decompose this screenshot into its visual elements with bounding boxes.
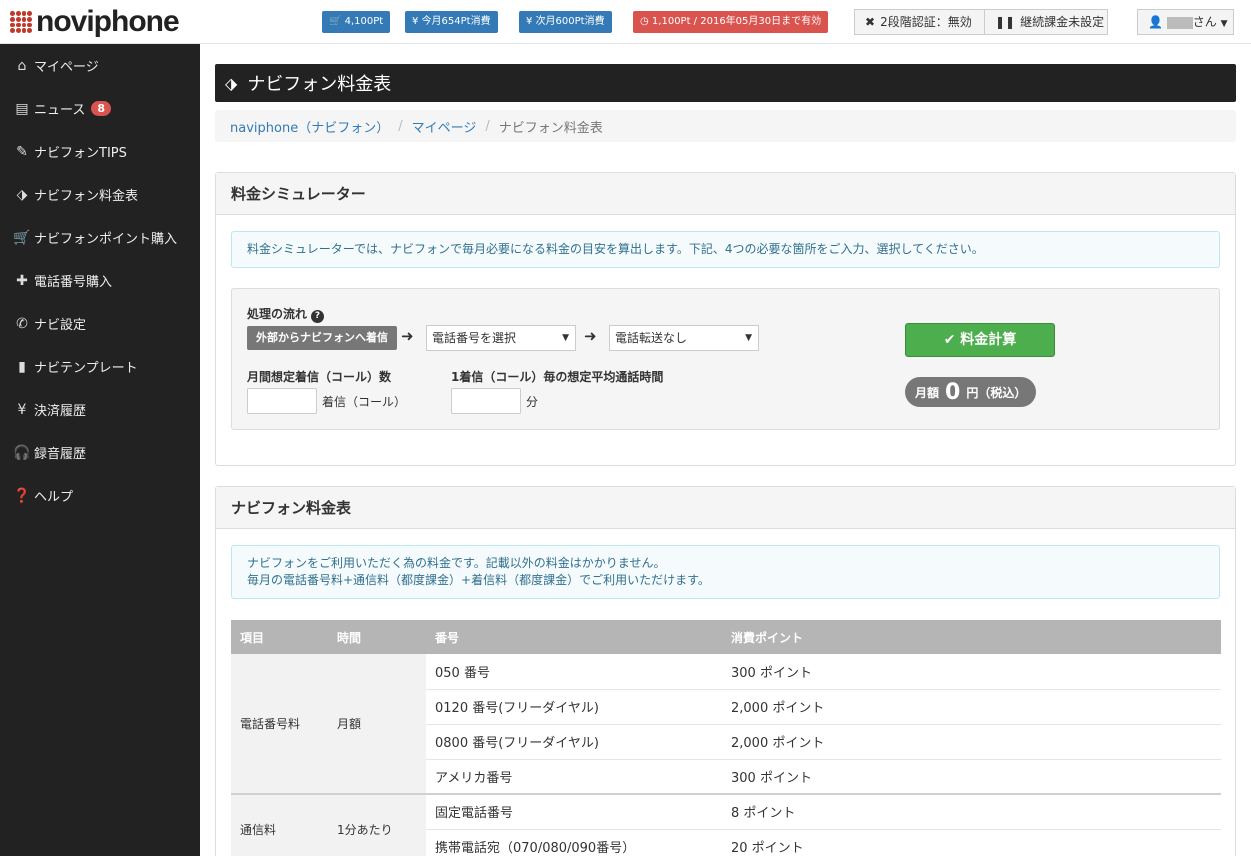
phone-number-select[interactable]: 電話番号を選択 ▼ [426,325,576,351]
group-time: 1分あたり [328,794,426,856]
sidebar-item-news[interactable]: ▤ ニュース 8 [0,87,200,130]
step-incoming-label: 外部からナビフォンへ着信 [247,326,397,350]
pencil-icon: ✎ [16,143,28,160]
yen-icon: ¥ [17,401,27,418]
phone-icon: ✆ [16,315,28,332]
forward-select[interactable]: 電話転送なし ▼ [609,325,759,351]
close-icon: ✖ [865,15,876,29]
table-row: 通信料 1分あたり 固定電話番号 8 ポイント [231,794,1221,856]
pricing-table: 項目 時間 番号 消費ポイント 電話番号料 月額 050 番号 300 ポイント… [231,620,1221,856]
check-icon: ✔ [943,332,956,348]
col-number: 番号 [426,620,722,654]
breadcrumb-current: ナビフォン料金表 [498,120,603,136]
sidebar-item-help[interactable]: ❓ ヘルプ [0,474,200,517]
total-value: 0 [945,379,961,405]
calls-input[interactable] [247,388,317,414]
two-factor-button[interactable]: ✖ 2段階認証：無効 [854,9,985,35]
duration-input[interactable] [451,388,521,414]
clock-icon: ◷ [640,16,649,27]
question-icon[interactable]: ? [311,310,325,323]
cart-icon: 🛒 [13,229,31,246]
question-icon: ❓ [13,487,31,504]
sidebar: ⌂ マイページ ▤ ニュース 8 ✎ ナビフォンTIPS ⬗ ナビフォン料金表 🛒 ナビフォ… [0,44,200,856]
next-month-badge[interactable]: ¥ 次月600Pt消費 [519,11,612,33]
simulator-panel: 料金シミュレーター 料金シミュレーターでは、ナビフォンで毎月必要になる料金の目安… [215,172,1236,466]
logo[interactable]: noviphone [10,5,180,38]
sidebar-item-navi-settings[interactable]: ✆ ナビ設定 [0,302,200,345]
breadcrumb-home[interactable]: naviphone（ナビフォン） [230,117,389,136]
pricing-title: ナビフォン料金表 [216,487,1235,529]
sidebar-item-buy-number[interactable]: ✚ 電話番号購入 [0,259,200,302]
sidebar-item-templates[interactable]: ▮ ナビテンプレート [0,345,200,388]
page-title: ⬗ ナビフォン料金表 [215,64,1236,102]
table-header-row: 項目 時間 番号 消費ポイント [231,620,1221,654]
sidebar-item-tips[interactable]: ✎ ナビフォンTIPS [0,130,200,173]
simulator-info: 料金シミュレーターでは、ナビフォンで毎月必要になる料金の目安を算出します。下記、… [231,231,1220,268]
points-badge[interactable]: 🛒 4,100Pt [322,11,391,33]
list-icon: ▤ [15,100,29,117]
calls-unit: 着信（コール） [322,395,407,409]
tag-icon: ⬗ [16,186,28,203]
billing-button[interactable]: ❚❚ 継続課金未設定 [984,9,1108,35]
sidebar-item-mypage[interactable]: ⌂ マイページ [0,44,200,87]
pause-icon: ❚❚ [995,15,1016,29]
monthly-total: 月額 0 円（税込） [905,377,1037,407]
headphones-icon: 🎧 [13,444,31,461]
duration-label: 1着信（コール）毎の想定平均通話時間 [451,370,664,384]
col-points: 消費ポイント [722,620,1221,654]
yen-icon: ¥ [412,16,419,27]
yen-icon: ¥ [526,16,533,27]
pricing-panel: ナビフォン料金表 ナビフォンをご利用いただく為の料金です。記載以外の料金はかかり… [215,486,1236,856]
logo-mark-icon [10,11,32,33]
sidebar-item-buy-points[interactable]: 🛒 ナビフォンポイント購入 [0,216,200,259]
cart-icon: 🛒 [329,16,342,27]
file-icon: ▮ [18,358,26,375]
sidebar-item-payment-history[interactable]: ¥ 決済履歴 [0,388,200,431]
news-count-badge: 8 [91,101,112,116]
caret-down-icon: ▼ [562,333,569,343]
sidebar-item-pricing[interactable]: ⬗ ナビフォン料金表 [0,173,200,216]
group-time: 月額 [328,654,426,795]
breadcrumb-mypage[interactable]: マイページ [412,117,477,136]
table-row: 電話番号料 月額 050 番号 300 ポイント [231,654,1221,795]
calculate-button[interactable]: ✔ 料金計算 [905,323,1055,357]
simulator-form: 処理の流れ? 外部からナビフォンへ着信 ➜ 電話番号を選択 ▼ ➜ 電話転送なし ▼… [231,288,1220,430]
calls-label: 月間想定着信（コール）数 [247,370,392,384]
pricing-info: ナビフォンをご利用いただく為の料金です。記載以外の料金はかかりません。 毎月の電… [231,545,1220,599]
caret-down-icon: ▼ [745,333,752,343]
user-name-redacted [1166,16,1193,29]
expiry-badge[interactable]: ◷ 1,100Pt / 2016年05月30日まで有効 [633,11,829,33]
arrow-right-icon: ➜ [401,327,414,345]
home-icon: ⌂ [17,57,27,74]
user-menu-button[interactable]: 👤 さん ▼ [1137,9,1234,35]
logo-text: noviphone [36,5,180,38]
breadcrumb: naviphone（ナビフォン） / マイページ / ナビフォン料金表 [215,110,1236,142]
flow-label: 処理の流れ? [247,305,325,323]
col-item: 項目 [231,620,328,654]
top-header: noviphone 🛒 4,100Pt ¥ 今月654Pt消費 ¥ 次月600P… [0,0,1251,44]
col-time: 時間 [328,620,426,654]
user-icon: 👤 [1148,15,1163,29]
duration-unit: 分 [526,395,539,409]
simulator-title: 料金シミュレーター [216,173,1235,215]
this-month-badge[interactable]: ¥ 今月654Pt消費 [405,11,498,33]
caret-down-icon: ▼ [1220,19,1228,29]
group-item: 電話番号料 [231,654,328,795]
plus-icon: ✚ [16,272,28,289]
arrow-right-icon: ➜ [584,327,597,345]
group-item: 通信料 [231,794,328,856]
tag-icon: ⬗ [225,73,238,93]
sidebar-item-recording-history[interactable]: 🎧 録音履歴 [0,431,200,474]
